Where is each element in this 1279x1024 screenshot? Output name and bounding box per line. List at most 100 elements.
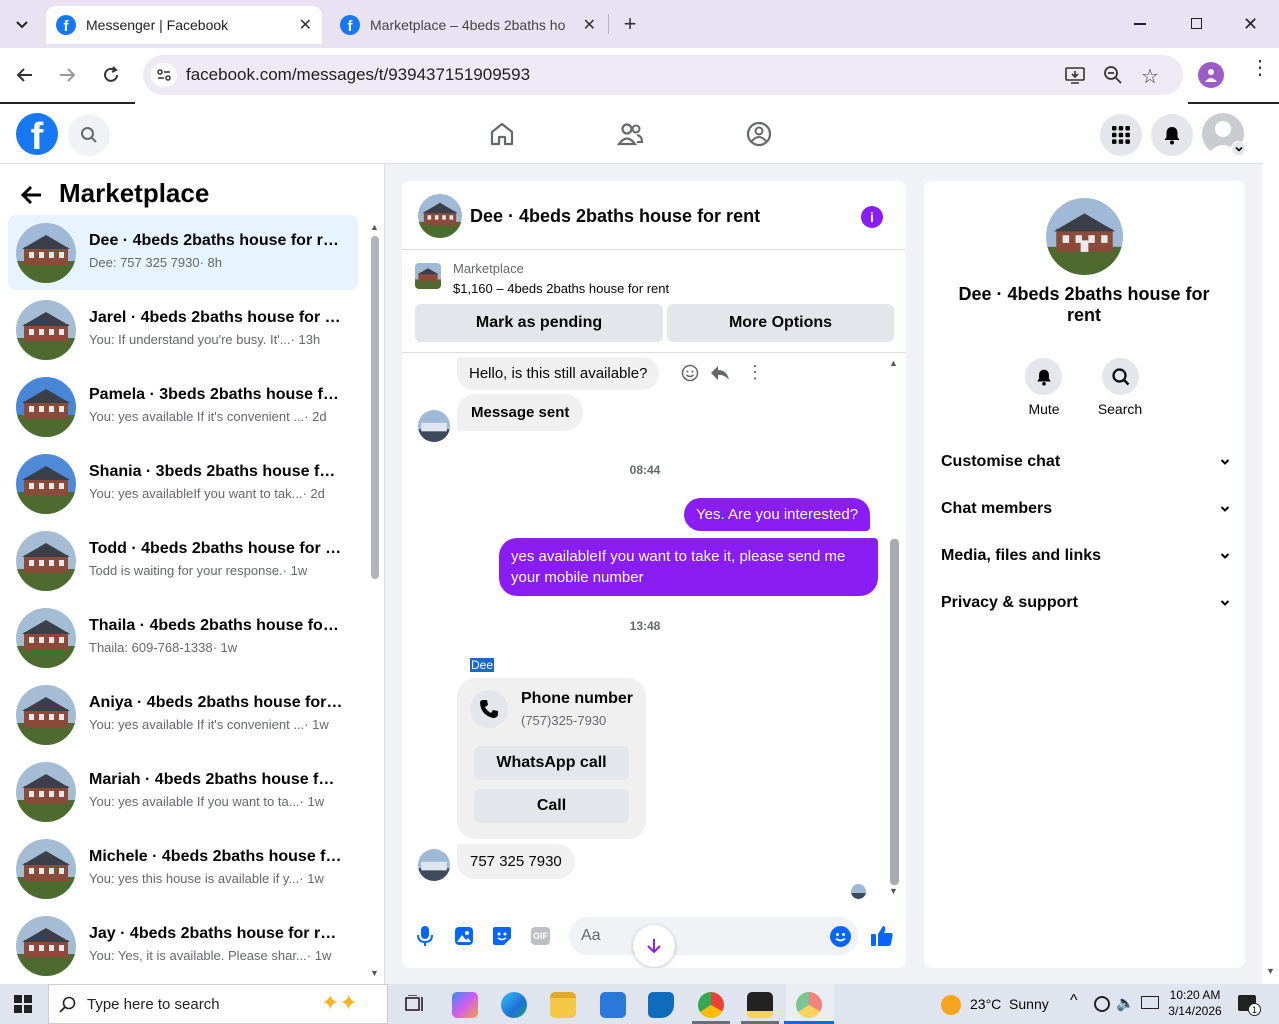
- scroll-up-arrow[interactable]: ▲: [889, 358, 898, 368]
- network-icon[interactable]: [1141, 996, 1159, 1009]
- whatsapp-call-button[interactable]: WhatsApp call: [474, 746, 629, 780]
- message-input[interactable]: Aa: [569, 917, 858, 955]
- scroll-down-arrow[interactable]: ▼: [1266, 966, 1275, 976]
- address-bar[interactable]: facebook.com/messages/t/939437151909593 …: [143, 55, 1183, 95]
- message-bubble-outgoing[interactable]: yes availableIf you want to take it, ple…: [499, 538, 878, 596]
- conversation-item[interactable]: Pamela · 3beds 2baths house for rent You:…: [8, 369, 358, 444]
- url-text[interactable]: facebook.com/messages/t/939437151909593: [186, 65, 530, 85]
- copilot-icon[interactable]: [452, 992, 478, 1018]
- home-nav-button[interactable]: [488, 120, 516, 148]
- message-bubble-incoming[interactable]: Message sent: [457, 394, 584, 431]
- store-icon[interactable]: [600, 992, 626, 1018]
- listing-title[interactable]: $1,160 – 4beds 2baths house for rent: [453, 281, 669, 296]
- conversation-item[interactable]: Michele · 4beds 2baths house for rent You…: [8, 831, 358, 906]
- conversation-item[interactable]: Shania · 3beds 2baths house for rent You:…: [8, 446, 358, 521]
- message-bubble-incoming[interactable]: Hello, is this still available?: [457, 357, 660, 390]
- account-chevron-icon[interactable]: [1231, 141, 1246, 156]
- attach-photo-button[interactable]: [454, 926, 474, 946]
- chat-title[interactable]: Dee · 4beds 2baths house for rent: [470, 206, 760, 227]
- like-button[interactable]: [870, 924, 894, 948]
- volume-icon[interactable]: 🔈: [1116, 994, 1135, 1012]
- tab-marketplace[interactable]: f Marketplace – 4beds 2baths ho ✕: [330, 6, 606, 44]
- message-bubble-outgoing[interactable]: Yes. Are you interested?: [684, 498, 871, 531]
- chat-scrollbar-thumb[interactable]: [890, 539, 899, 885]
- conversation-item[interactable]: Aniya · 4beds 2baths house for rent You: …: [8, 677, 358, 752]
- mark-as-pending-button[interactable]: Mark as pending: [415, 304, 663, 342]
- more-actions-icon[interactable]: ⋮: [746, 363, 764, 381]
- taskbar-search-box[interactable]: Type here to search ✦✦: [48, 984, 388, 1024]
- contact-avatar[interactable]: [418, 194, 462, 238]
- conversation-item[interactable]: Thaila · 4beds 2baths house for rent Thai…: [8, 600, 358, 675]
- minimize-button[interactable]: [1134, 23, 1146, 25]
- back-button[interactable]: [9, 59, 41, 91]
- phone-icon: [470, 690, 508, 728]
- page-scrollbar[interactable]: ▼: [1262, 104, 1279, 984]
- conversation-item[interactable]: Mariah · 4beds 2baths house for rent You:…: [8, 754, 358, 829]
- menu-button[interactable]: [1100, 114, 1142, 156]
- back-arrow-button[interactable]: [21, 184, 43, 206]
- react-emoji-icon[interactable]: [681, 364, 699, 382]
- kebab-menu-icon[interactable]: ⋮: [1250, 58, 1270, 78]
- info-icon[interactable]: i: [861, 206, 883, 228]
- sidebar-scrollbar-thumb[interactable]: [371, 236, 379, 579]
- accordion-media-files-links[interactable]: Media, files and links: [941, 547, 1231, 565]
- location-icon[interactable]: [1094, 996, 1110, 1012]
- conversation-item[interactable]: Jay · 4beds 2baths house for rent You: Ye…: [8, 908, 358, 983]
- outlook-icon[interactable]: [648, 992, 674, 1018]
- scroll-to-bottom-button[interactable]: [633, 925, 675, 967]
- message-bubble-incoming[interactable]: 757 325 7930: [457, 844, 575, 879]
- friends-nav-button[interactable]: [616, 120, 644, 148]
- accordion-customise-chat[interactable]: Customise chat: [941, 453, 1231, 471]
- conversation-item[interactable]: Dee · 4beds 2baths house for rent Dee: 75…: [8, 215, 358, 290]
- plus-icon: +: [623, 11, 637, 36]
- sidebar-title: Marketplace: [59, 178, 210, 208]
- bookmark-star-icon[interactable]: ☆: [1141, 64, 1159, 89]
- search-in-chat-button[interactable]: [1102, 358, 1139, 395]
- reply-icon[interactable]: [710, 364, 730, 382]
- file-explorer-icon[interactable]: [550, 992, 576, 1018]
- forward-button[interactable]: [51, 59, 83, 91]
- weather-text[interactable]: 23°C Sunny: [970, 996, 1049, 1012]
- task-view-icon[interactable]: [405, 995, 425, 1013]
- close-tab-icon[interactable]: ✕: [583, 15, 596, 35]
- zoom-icon[interactable]: [1103, 65, 1123, 85]
- preview-text: Thaila: 609-768-1338: [89, 640, 213, 655]
- install-app-icon[interactable]: [1065, 65, 1085, 85]
- clock[interactable]: 10:20 AM 3/14/2026: [1165, 987, 1225, 1019]
- contact-avatar-large[interactable]: [1046, 198, 1123, 275]
- chrome-icon[interactable]: [698, 992, 724, 1018]
- more-options-button[interactable]: More Options: [667, 304, 894, 342]
- conversation-item[interactable]: Todd · 4beds 2baths house for rent Todd i…: [8, 523, 358, 598]
- new-tab-button[interactable]: +: [616, 10, 644, 38]
- scroll-down-arrow[interactable]: ▼: [370, 968, 379, 978]
- reload-button[interactable]: [95, 59, 127, 91]
- conversation-item[interactable]: Jarel · 4beds 2baths house for rent You: …: [8, 292, 358, 367]
- tab-search-button[interactable]: [8, 10, 36, 38]
- groups-nav-button[interactable]: [745, 120, 773, 148]
- close-tab-icon[interactable]: ✕: [299, 15, 312, 35]
- profile-icon[interactable]: [1198, 62, 1224, 88]
- search-button[interactable]: [68, 114, 110, 156]
- call-button[interactable]: Call: [474, 789, 629, 823]
- restore-button[interactable]: [1191, 18, 1202, 29]
- listing-thumbnail[interactable]: [415, 263, 441, 289]
- sticky-notes-icon[interactable]: [747, 992, 773, 1018]
- windows-start-icon[interactable]: [14, 995, 32, 1013]
- edge-icon[interactable]: [501, 992, 527, 1018]
- mute-button[interactable]: [1025, 358, 1062, 395]
- accordion-privacy-support[interactable]: Privacy & support: [941, 594, 1231, 612]
- tray-chevron-icon[interactable]: ^: [1070, 992, 1078, 1010]
- site-info-icon[interactable]: [151, 63, 177, 87]
- accordion-chat-members[interactable]: Chat members: [941, 500, 1231, 518]
- voice-clip-button[interactable]: [416, 925, 434, 947]
- sticker-button[interactable]: [492, 926, 512, 946]
- scroll-up-arrow[interactable]: ▲: [370, 222, 379, 232]
- notifications-button[interactable]: [1151, 114, 1193, 156]
- close-window-button[interactable]: ✕: [1243, 14, 1258, 35]
- emoji-icon[interactable]: [830, 926, 851, 947]
- gif-icon[interactable]: GIF: [531, 927, 550, 945]
- weather-sun-icon[interactable]: [941, 995, 961, 1015]
- facebook-logo-icon[interactable]: f: [16, 113, 58, 155]
- scroll-down-arrow[interactable]: ▼: [889, 886, 898, 896]
- tab-messenger[interactable]: f Messenger | Facebook ✕: [46, 6, 322, 44]
